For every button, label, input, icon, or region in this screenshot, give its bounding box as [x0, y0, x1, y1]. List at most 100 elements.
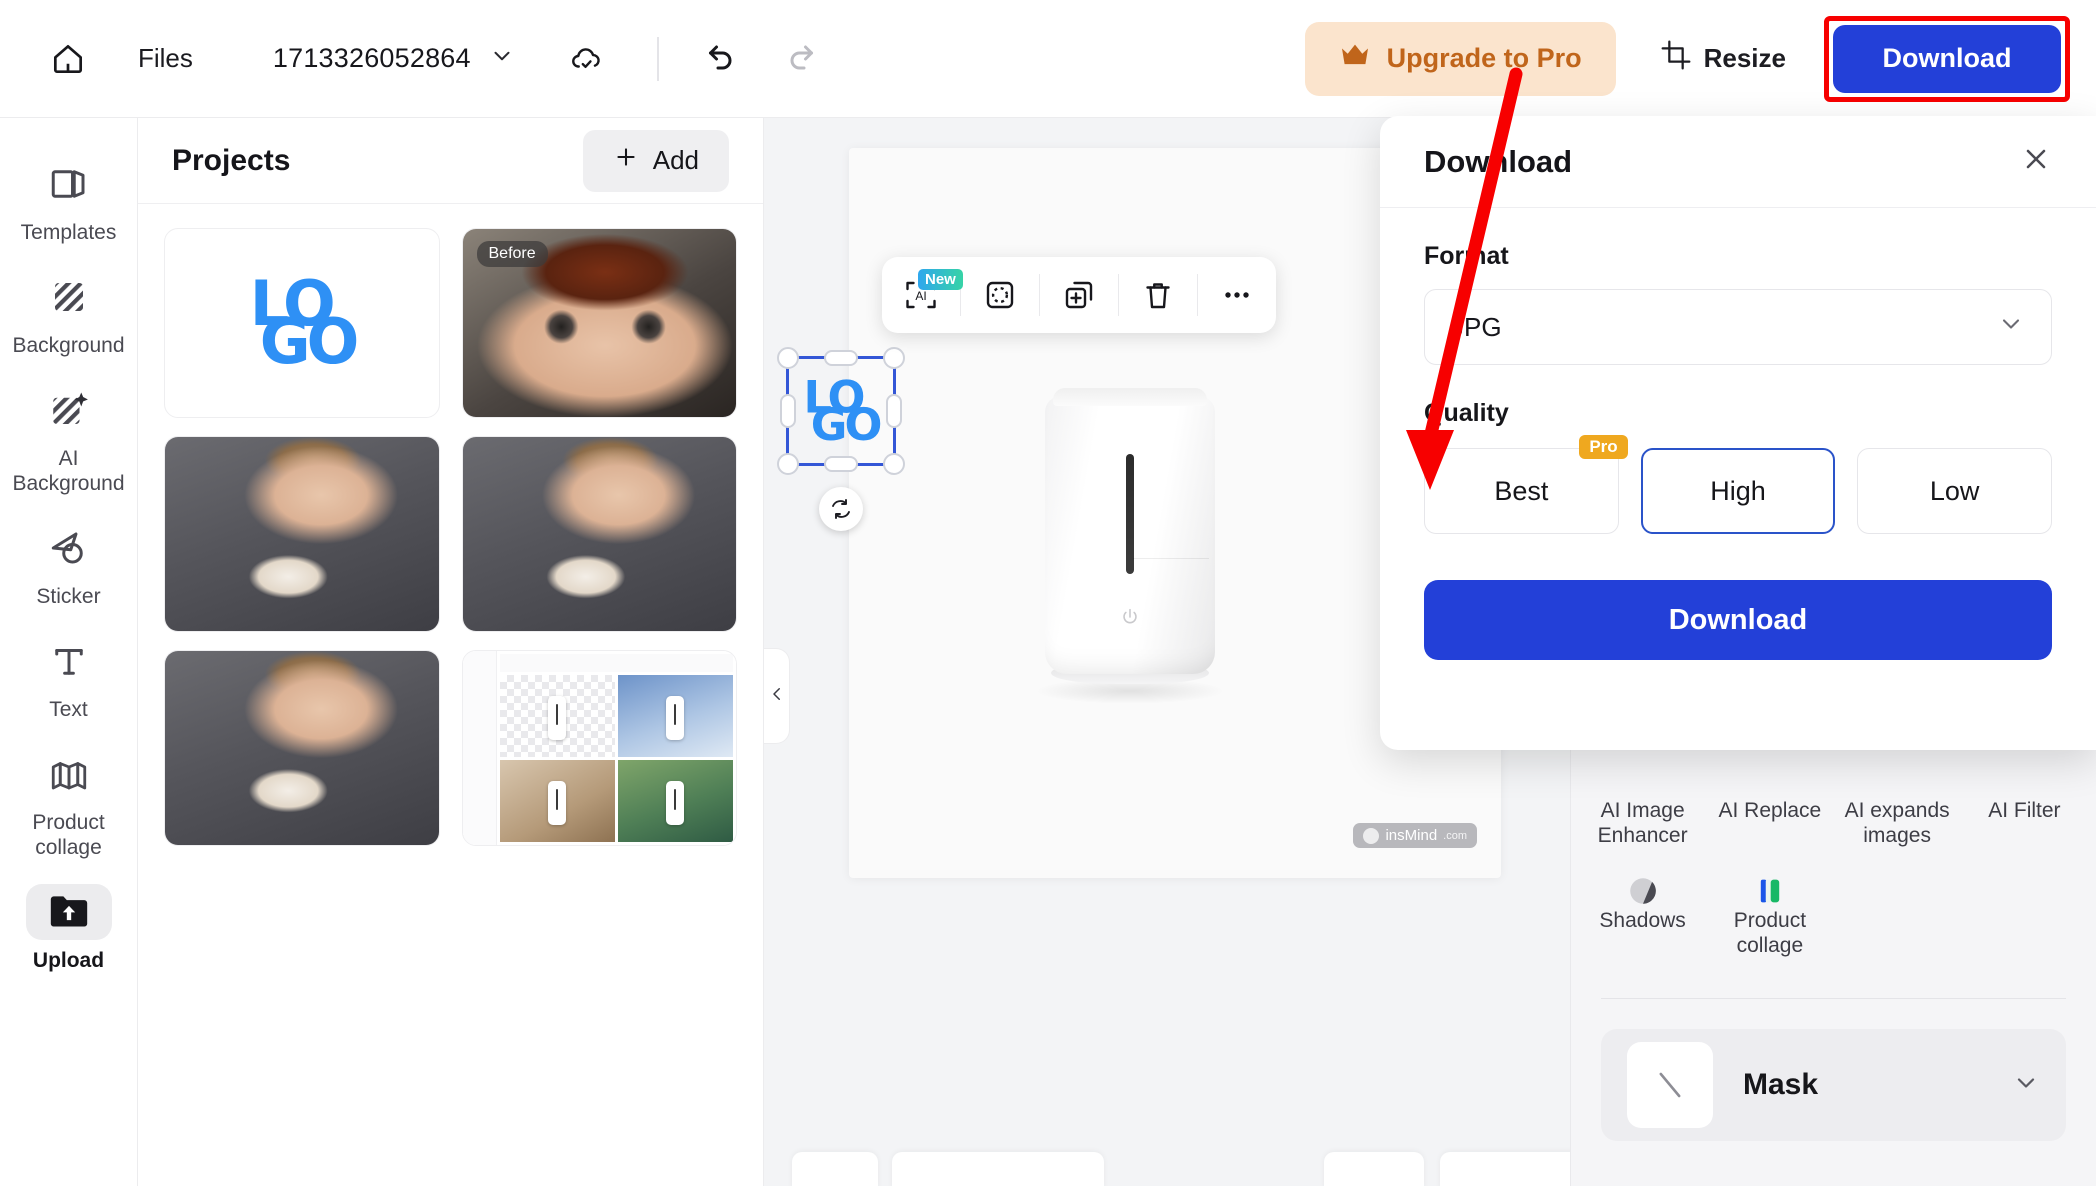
- svg-text:AI: AI: [915, 289, 926, 303]
- close-icon[interactable]: [2020, 143, 2052, 180]
- projects-header: Projects Add: [138, 118, 763, 204]
- page-title: Projects: [172, 143, 291, 177]
- panel-collapse-button[interactable]: [764, 648, 790, 744]
- project-thumb-collage[interactable]: [461, 650, 737, 846]
- duplicate-button[interactable]: [1040, 257, 1118, 333]
- tool-ai-image-enhancer[interactable]: AI Image Enhancer: [1579, 758, 1706, 854]
- selection-bounding-box[interactable]: LO GO: [777, 347, 905, 531]
- sidebar-item-label: AI Background: [12, 447, 125, 495]
- files-label[interactable]: Files: [138, 43, 193, 74]
- edit-tools-row: Shadows Product collage: [1571, 854, 2096, 964]
- sidebar-item-label: Text: [49, 698, 88, 721]
- logo-mark: LO GO: [249, 267, 360, 378]
- thumb-image: [462, 651, 736, 845]
- project-thumb-woman-3[interactable]: [164, 650, 440, 846]
- download-dialog: Download Format JPG Quality Pro Best Hig…: [1380, 116, 2096, 750]
- templates-icon: [48, 156, 90, 212]
- tool-label: AI Image Enhancer: [1597, 799, 1688, 847]
- projects-grid: LO GO Before: [138, 204, 763, 870]
- bottom-asset-item[interactable]: [792, 1152, 878, 1186]
- ai-tools-row: AI Image Enhancer AI Replace AI expands …: [1571, 758, 2096, 854]
- tool-label: AI Filter: [1988, 799, 2061, 822]
- ai-background-icon: [48, 382, 90, 438]
- humidifier-product-image[interactable]: [1035, 388, 1225, 704]
- tool-ai-expands-images[interactable]: AI expands images: [1834, 758, 1961, 854]
- sidebar-item-text[interactable]: Text: [6, 619, 132, 732]
- mask-section[interactable]: Mask: [1601, 1029, 2066, 1141]
- quality-option-label: High: [1710, 475, 1766, 506]
- home-icon[interactable]: [42, 33, 94, 85]
- tool-ai-replace[interactable]: AI Replace: [1706, 758, 1833, 854]
- resize-handle-bottom-right[interactable]: [883, 453, 905, 475]
- mask-label: Mask: [1743, 1068, 1819, 1101]
- dialog-body: Format JPG Quality Pro Best High Low: [1380, 208, 2096, 534]
- panel-divider: [1601, 998, 2066, 999]
- more-dots-icon[interactable]: [1198, 257, 1276, 333]
- pro-badge: Pro: [1579, 435, 1628, 459]
- sidebar-item-sticker[interactable]: Sticker: [6, 506, 132, 619]
- sidebar-item-ai-background[interactable]: AI Background: [6, 368, 132, 506]
- dialog-download-button[interactable]: Download: [1424, 580, 2052, 660]
- resize-handle-bottom-left[interactable]: [777, 453, 799, 475]
- object-context-toolbar: New AI: [882, 257, 1276, 333]
- resize-handle-bottom[interactable]: [824, 456, 858, 472]
- sidebar-item-label: Upload: [32, 949, 105, 972]
- project-thumb-woman-2[interactable]: [461, 436, 737, 632]
- tool-label: AI expands images: [1844, 799, 1950, 847]
- resize-handle-right[interactable]: [886, 394, 902, 428]
- quality-option-low[interactable]: Low: [1857, 448, 2052, 534]
- sidebar-item-templates[interactable]: Templates: [6, 142, 132, 255]
- tool-product-collage[interactable]: Product collage: [1706, 868, 1833, 964]
- download-button[interactable]: Download: [1833, 24, 2061, 93]
- download-button-highlight: Download: [1824, 15, 2070, 102]
- document-name-dropdown[interactable]: 1713326052864: [273, 43, 515, 74]
- cloud-saved-icon[interactable]: [563, 35, 611, 83]
- resize-handle-left[interactable]: [780, 394, 796, 428]
- add-project-button[interactable]: Add: [582, 129, 729, 192]
- resize-handle-top-right[interactable]: [883, 347, 905, 369]
- thumb-image: [165, 651, 439, 845]
- tool-label: Product collage: [1733, 909, 1807, 957]
- quality-option-label: Best: [1494, 475, 1549, 506]
- dialog-header: Download: [1380, 116, 2096, 208]
- cutout-button[interactable]: [961, 257, 1039, 333]
- watermark-text: insMind: [1385, 827, 1438, 844]
- sidebar-item-background[interactable]: Background: [6, 255, 132, 368]
- quality-option-high[interactable]: High: [1640, 448, 1836, 534]
- insmind-logo-icon: [1363, 827, 1380, 844]
- new-badge: New: [918, 269, 963, 290]
- project-thumb-logo[interactable]: LO GO: [164, 228, 440, 418]
- undo-icon[interactable]: [703, 38, 739, 79]
- bottom-asset-item[interactable]: [1324, 1152, 1424, 1186]
- power-icon: [1119, 606, 1141, 628]
- sidebar-item-label: Templates: [20, 221, 117, 244]
- trash-icon[interactable]: [1119, 257, 1197, 333]
- crop-resize-icon: [1660, 39, 1692, 78]
- format-select[interactable]: JPG: [1424, 289, 2052, 365]
- resize-button[interactable]: Resize: [1660, 39, 1786, 78]
- resize-label: Resize: [1703, 43, 1786, 73]
- redo-icon[interactable]: [783, 38, 819, 79]
- quality-option-best[interactable]: Pro Best: [1424, 435, 1628, 534]
- quality-option-label: Low: [1929, 475, 1980, 506]
- sidebar-item-upload[interactable]: Upload: [6, 870, 132, 983]
- rotate-icon[interactable]: [819, 487, 863, 531]
- sidebar-item-label: Product collage: [32, 811, 105, 859]
- upgrade-label: Upgrade to Pro: [1386, 43, 1582, 73]
- product-collage-icon: [47, 746, 91, 802]
- sidebar-item-product-collage[interactable]: Product collage: [6, 732, 132, 870]
- project-thumb-woman-1[interactable]: [164, 436, 440, 632]
- tool-shadows[interactable]: Shadows: [1579, 868, 1706, 964]
- ai-select-button[interactable]: New AI: [882, 257, 963, 333]
- tool-label: AI Replace: [1718, 799, 1822, 822]
- resize-handle-top[interactable]: [824, 350, 858, 366]
- project-thumb-portrait-eyes[interactable]: Before: [461, 228, 737, 418]
- upload-folder-icon: [25, 884, 112, 940]
- bottom-asset-item[interactable]: [892, 1152, 1104, 1186]
- tool-label: Shadows: [1599, 909, 1686, 932]
- chevron-down-icon[interactable]: [2012, 1069, 2040, 1102]
- upgrade-to-pro-button[interactable]: Upgrade to Pro: [1304, 21, 1616, 96]
- tool-ai-filter[interactable]: AI Filter: [1961, 758, 2088, 854]
- resize-handle-top-left[interactable]: [777, 347, 799, 369]
- projects-panel: Projects Add LO GO Before: [138, 118, 764, 1186]
